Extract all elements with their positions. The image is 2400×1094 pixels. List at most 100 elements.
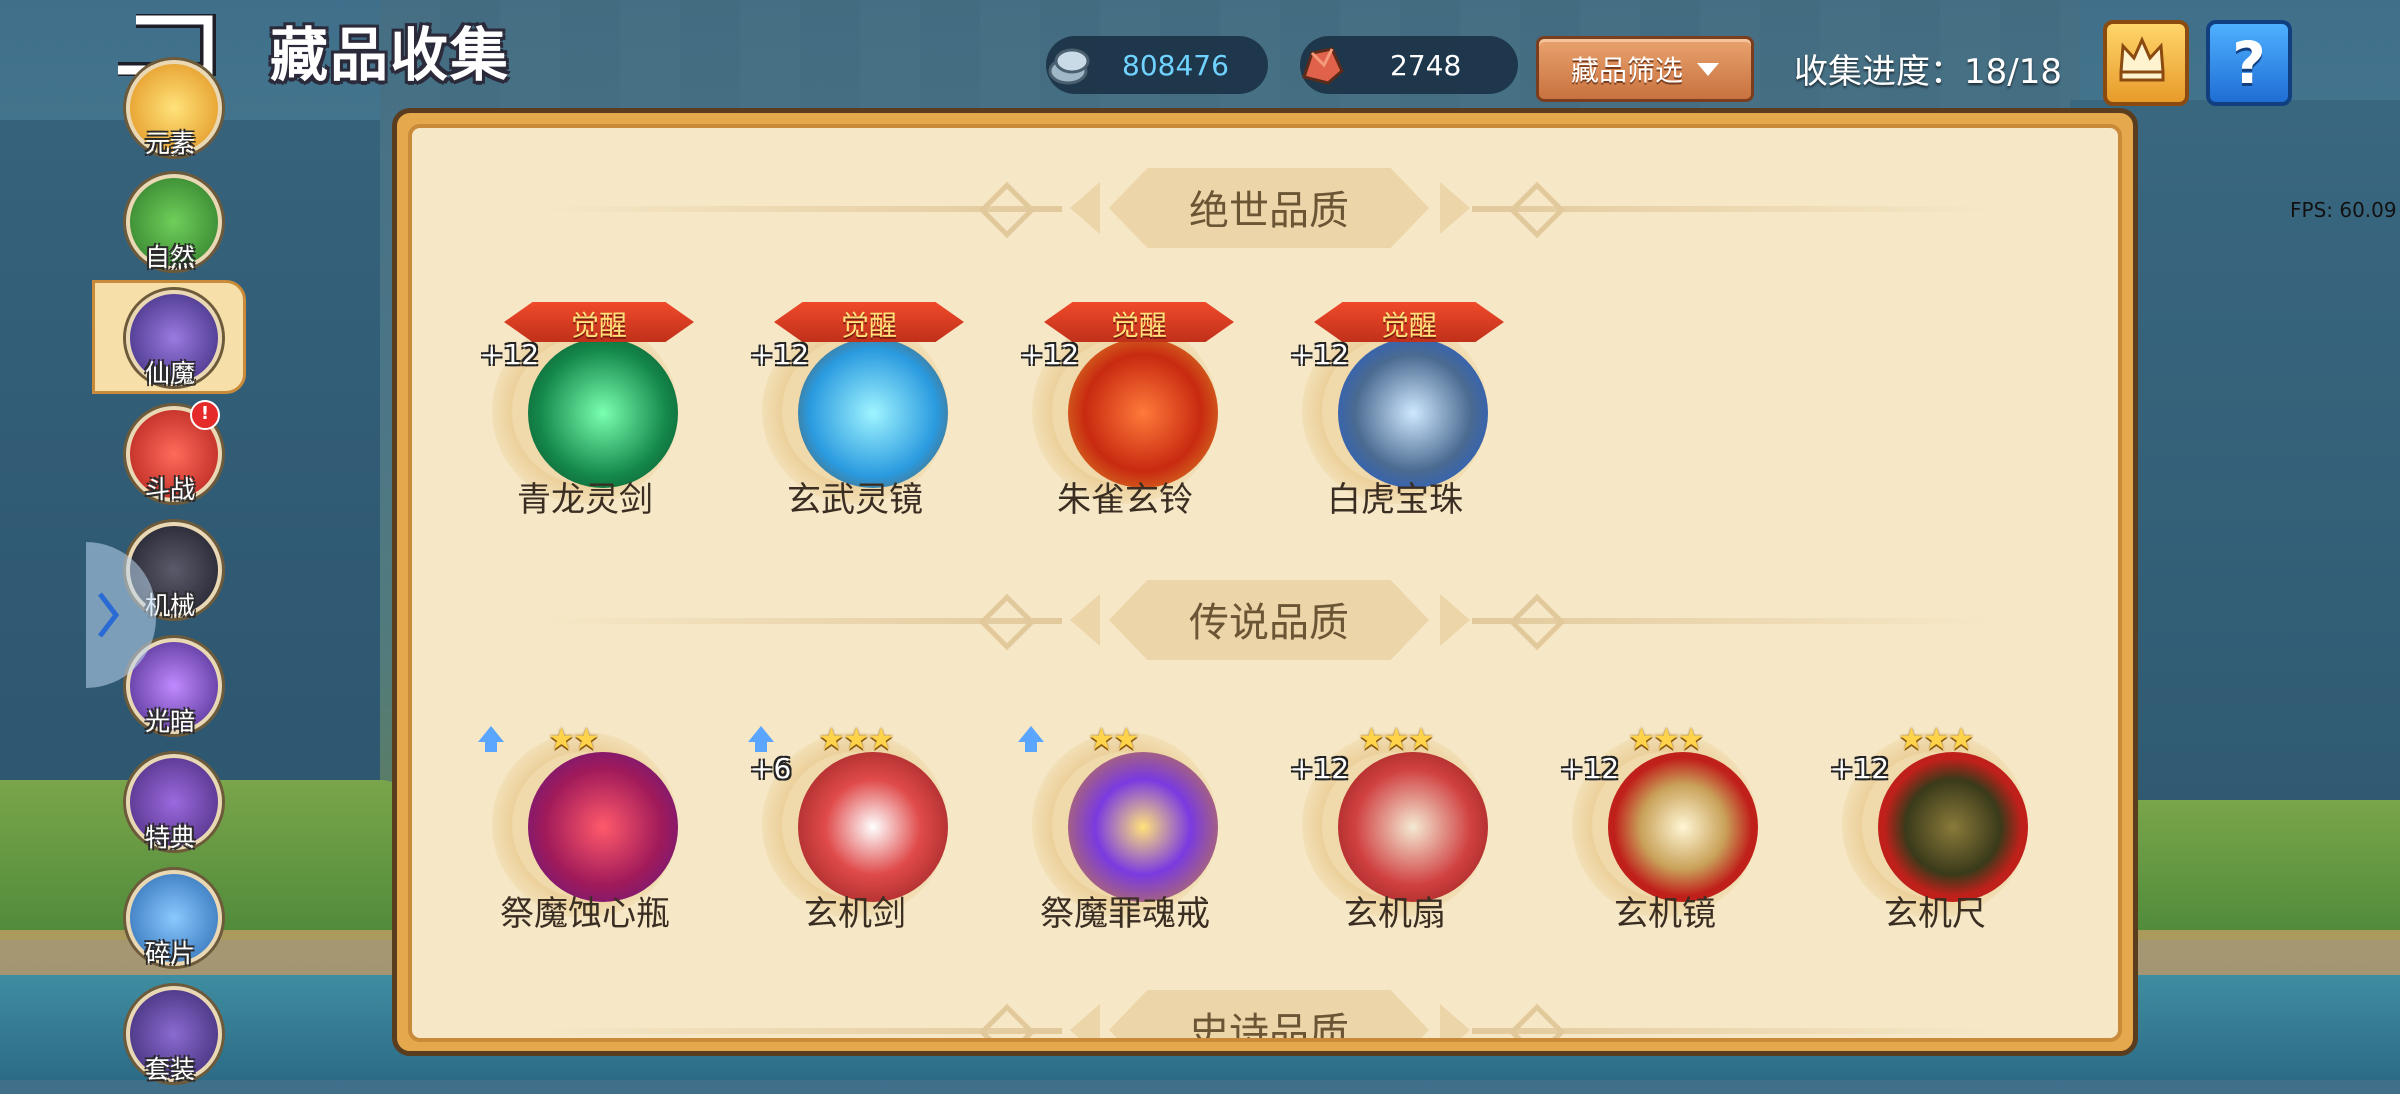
diamond-ornament <box>1508 1003 1566 1038</box>
item-name: 朱雀玄铃 <box>1057 480 1193 520</box>
sidebar-item-label: 斗战 <box>144 475 195 504</box>
enhance-level: +6 <box>750 752 792 785</box>
sidebar-item-set[interactable]: 套装 <box>110 984 230 1094</box>
achievement-button[interactable] <box>2103 20 2189 106</box>
collection-filter-dropdown[interactable]: 藏品筛选 <box>1536 36 1754 102</box>
star-rating: ★★ <box>548 722 600 757</box>
enhance-level: +12 <box>480 338 540 371</box>
collection-item-mystic-mirror[interactable]: +12 ★★★ 玄机镜 <box>1550 694 1780 934</box>
star-rating: ★★★ <box>1358 722 1435 757</box>
filter-label: 藏品筛选 <box>1570 54 1683 87</box>
enhance-level: +12 <box>1020 338 1080 371</box>
collection-item-vermilion-bird-bell[interactable]: 觉醒 +12 朱雀玄铃 <box>1010 280 1240 520</box>
enhance-level: +12 <box>1560 752 1620 785</box>
awaken-badge: 觉醒 <box>1044 302 1234 342</box>
enhance-level: +12 <box>1290 338 1350 371</box>
sidebar-item-special[interactable]: 特典 <box>110 752 230 862</box>
silver-currency: 808476 <box>1046 36 1268 94</box>
item-name: 玄机剑 <box>804 894 906 934</box>
section-title: 绝世品质 <box>1189 188 1349 234</box>
enhance-level: +12 <box>1290 752 1350 785</box>
divider-line <box>1472 206 1992 212</box>
awaken-badge: 觉醒 <box>774 302 964 342</box>
collection-item-heart-eroding-bottle[interactable]: ★★ 祭魔蚀心瓶 <box>470 694 700 934</box>
divider-line <box>1472 1028 1992 1034</box>
star-rating: ★★★ <box>1628 722 1705 757</box>
sidebar-item-label: 仙魔 <box>144 359 195 388</box>
chevron-down-icon <box>1697 62 1719 76</box>
collection-item-mystic-sword[interactable]: +6 ★★★ 玄机剑 <box>740 694 970 934</box>
collection-item-black-tortoise-mirror[interactable]: 觉醒 +12 玄武灵镜 <box>740 280 970 520</box>
star-rating: ★★★ <box>818 722 895 757</box>
collection-item-mystic-ruler[interactable]: +12 ★★★ 玄机尺 <box>1820 694 2050 934</box>
red-gem-icon <box>1302 47 1344 85</box>
sidebar-item-fragments[interactable]: 碎片 <box>110 868 230 978</box>
item-name: 白虎宝珠 <box>1327 480 1463 520</box>
item-name: 祭魔蚀心瓶 <box>500 894 670 934</box>
tiger-orb-icon <box>1338 338 1488 488</box>
section-header-legendary: 传说品质 <box>412 580 2118 660</box>
spirit-mirror-icon <box>798 338 948 488</box>
section-header-peerless: 绝世品质 <box>412 168 2118 248</box>
awaken-badge: 觉醒 <box>504 302 694 342</box>
potion-bottle-icon <box>528 752 678 902</box>
item-name: 玄机扇 <box>1344 894 1446 934</box>
jade-sword-icon <box>528 338 678 488</box>
phoenix-bell-icon <box>1068 338 1218 488</box>
chevron-ornament <box>1070 594 1100 646</box>
crown-icon <box>2119 36 2165 82</box>
item-name: 青龙灵剑 <box>517 480 653 520</box>
star-rating: ★★★ <box>1898 722 1975 757</box>
ruler-icon <box>1878 752 2028 902</box>
sidebar-item-element[interactable]: 元素 <box>110 58 230 168</box>
sidebar-expand-button[interactable] <box>86 542 156 688</box>
diamond-ornament <box>978 1003 1036 1038</box>
chevron-ornament <box>1440 182 1470 234</box>
awaken-badge: 觉醒 <box>1314 302 1504 342</box>
collection-item-white-tiger-orb[interactable]: 觉醒 +12 白虎宝珠 <box>1280 280 1510 520</box>
divider-line <box>1472 618 1992 624</box>
eye-ring-icon <box>1068 752 1218 902</box>
diamond-ornament <box>978 181 1036 239</box>
chevron-ornament <box>1070 182 1100 234</box>
fps-counter: FPS: 60.09 <box>2290 198 2397 222</box>
gem-currency: 2748 <box>1300 36 1518 94</box>
item-name: 玄机尺 <box>1884 894 1986 934</box>
item-name: 玄武灵镜 <box>787 480 923 520</box>
collection-item-soul-sin-ring[interactable]: ★★ 祭魔罪魂戒 <box>1010 694 1240 934</box>
hand-mirror-icon <box>1608 752 1758 902</box>
page-title: 藏品收集 <box>270 21 511 89</box>
upgrade-arrow-icon <box>1018 726 1044 752</box>
upgrade-arrow-icon <box>748 726 774 752</box>
sidebar-item-label: 碎片 <box>144 939 195 968</box>
section-title: 传说品质 <box>1189 600 1349 646</box>
folding-fan-icon <box>1338 752 1488 902</box>
silver-coin-icon <box>1048 48 1090 85</box>
chevron-ornament <box>1440 1004 1470 1038</box>
chevron-ornament <box>1070 1004 1100 1038</box>
section-header-epic: 史诗品质 <box>412 990 2118 1042</box>
upgrade-arrow-icon <box>478 726 504 752</box>
sidebar-item-nature[interactable]: 自然 <box>110 172 230 282</box>
item-name: 玄机镜 <box>1614 894 1716 934</box>
sidebar-item-label: 元素 <box>144 129 195 158</box>
collection-progress: 收集进度：18/18 <box>1794 52 2062 92</box>
sidebar-item-label: 特典 <box>144 823 195 852</box>
gem-amount: 2748 <box>1390 48 1462 82</box>
collection-item-mystic-fan[interactable]: +12 ★★★ 玄机扇 <box>1280 694 1510 934</box>
sidebar-item-label: 套装 <box>144 1055 195 1084</box>
section-title: 史诗品质 <box>1189 1010 1349 1042</box>
sidebar-item-battle[interactable]: ! 斗战 <box>110 400 230 514</box>
diamond-ornament <box>978 593 1036 651</box>
sidebar-item-label: 光暗 <box>144 707 195 736</box>
help-button[interactable]: ? <box>2206 20 2292 106</box>
sidebar-item-immortal-demon[interactable]: 仙魔 <box>92 280 246 398</box>
sidebar-item-label: 自然 <box>144 243 195 272</box>
chevron-right-icon <box>98 592 120 638</box>
broadsword-icon <box>798 752 948 902</box>
collection-panel: 绝世品质 觉醒 +12 青龙灵剑 觉醒 +12 玄武灵镜 觉醒 +12 朱雀玄铃… <box>408 124 2122 1042</box>
silver-amount: 808476 <box>1122 48 1229 82</box>
enhance-level: +12 <box>1830 752 1890 785</box>
item-name: 祭魔罪魂戒 <box>1040 894 1210 934</box>
collection-item-azure-dragon-sword[interactable]: 觉醒 +12 青龙灵剑 <box>470 280 700 520</box>
